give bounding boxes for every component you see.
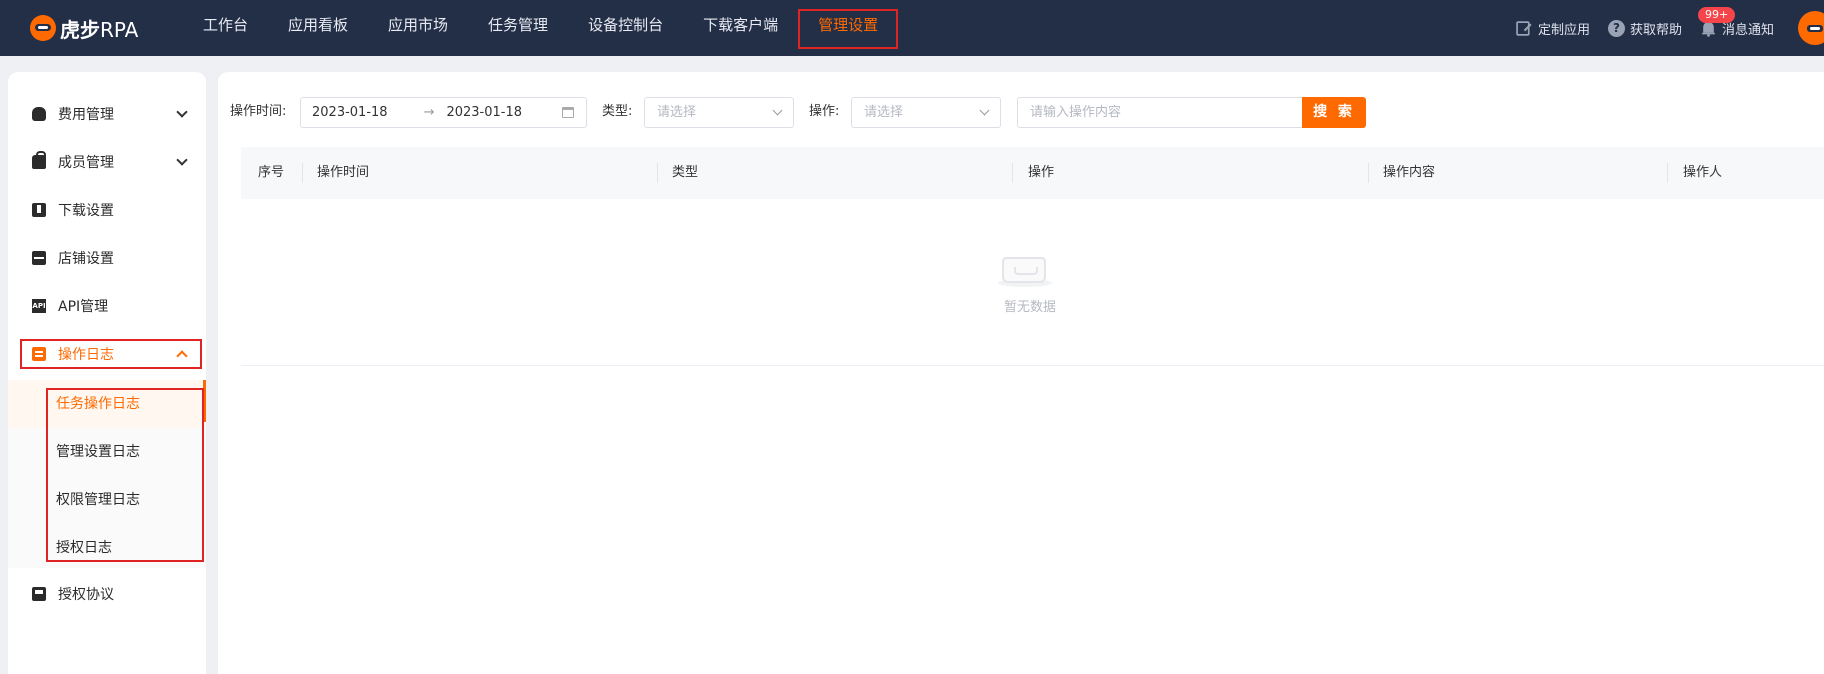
date-start[interactable]: 2023-01-18 [312, 105, 388, 120]
sidebar-item-label: 成员管理 [58, 155, 114, 171]
column-header-operation: 操作 [1028, 165, 1055, 180]
submenu-authorization-log[interactable]: 授权日志 [8, 524, 206, 572]
sidebar: 费用管理 成员管理 下载设置 店铺设置 API API管理 操作日志 任务操作日… [8, 72, 206, 674]
main-nav: 工作台 应用看板 应用市场 任务管理 设备控制台 下载客户端 管理设置 [183, 0, 899, 56]
date-range-picker[interactable]: 2023-01-18 → 2023-01-18 [300, 97, 587, 128]
help-icon: ? [1607, 19, 1625, 37]
get-help-link[interactable]: ? 获取帮助 [1607, 19, 1682, 38]
submenu-task-operation-log[interactable]: 任务操作日志 [8, 380, 206, 428]
user-avatar[interactable] [1798, 11, 1824, 45]
empty-state-text: 暂无数据 [1003, 300, 1056, 315]
nav-app-dashboard[interactable]: 应用看板 [268, 0, 368, 56]
nav-device-console[interactable]: 设备控制台 [568, 0, 683, 56]
sidebar-item-label: 店铺设置 [58, 251, 114, 267]
search-input-placeholder: 请输入操作内容 [1030, 105, 1122, 120]
logo-cn-text: 虎步 [60, 17, 100, 42]
edit-doc-icon [1516, 20, 1532, 36]
sidebar-item-authorization-agreement[interactable]: 授权协议 [8, 570, 206, 618]
nav-task-management[interactable]: 任务管理 [468, 0, 568, 56]
sidebar-item-download-settings[interactable]: 下载设置 [8, 186, 206, 234]
column-divider [1368, 163, 1369, 183]
store-icon [32, 251, 46, 265]
app-logo[interactable]: 虎步RPA [30, 10, 138, 46]
log-icon [32, 347, 46, 361]
operation-select-placeholder: 请选择 [864, 105, 904, 120]
chevron-up-icon [176, 350, 188, 362]
column-header-operation-content: 操作内容 [1383, 165, 1436, 180]
sidebar-item-store-settings[interactable]: 店铺设置 [8, 234, 206, 282]
sidebar-item-label: 费用管理 [58, 107, 114, 123]
operation-log-submenu: 任务操作日志 管理设置日志 权限管理日志 授权日志 [8, 380, 206, 568]
money-bag-icon [32, 107, 46, 121]
chevron-down-icon [176, 154, 188, 166]
operation-content-search-input[interactable]: 请输入操作内容 [1017, 97, 1303, 128]
calendar-icon [562, 107, 574, 118]
download-icon [32, 203, 46, 217]
sidebar-item-billing[interactable]: 费用管理 [8, 90, 206, 138]
column-divider [657, 163, 658, 183]
log-table-header: 序号 操作时间 类型 操作 操作内容 操作人 [241, 147, 1824, 199]
operation-select[interactable]: 请选择 [851, 97, 1001, 128]
type-select[interactable]: 请选择 [644, 97, 794, 128]
column-header-operator: 操作人 [1683, 165, 1723, 180]
sidebar-item-label: 操作日志 [58, 347, 114, 363]
notification-badge: 99+ [1697, 6, 1736, 23]
sidebar-item-label: 下载设置 [58, 203, 114, 219]
sidebar-item-api[interactable]: API API管理 [8, 282, 206, 330]
api-icon: API [32, 299, 46, 313]
sidebar-item-members[interactable]: 成员管理 [8, 138, 206, 186]
column-divider [1012, 163, 1013, 183]
top-right-actions: 定制应用 ? 获取帮助 99+ 消息通知 [1516, 0, 1824, 56]
sidebar-item-operation-log[interactable]: 操作日志 [8, 330, 206, 378]
type-label: 类型: [602, 104, 633, 119]
submenu-management-settings-log[interactable]: 管理设置日志 [8, 428, 206, 476]
nav-download-client[interactable]: 下载客户端 [683, 0, 798, 56]
column-divider [302, 163, 303, 183]
column-divider [1667, 163, 1668, 183]
custom-app-label: 定制应用 [1537, 22, 1590, 38]
get-help-label: 获取帮助 [1629, 22, 1682, 38]
save-icon [32, 587, 46, 601]
operation-label: 操作: [809, 104, 840, 119]
column-header-operation-time: 操作时间 [317, 165, 370, 180]
chevron-down-icon [979, 105, 990, 116]
column-header-type: 类型 [672, 165, 699, 180]
chevron-down-icon [176, 106, 188, 118]
custom-app-link[interactable]: 定制应用 [1516, 19, 1590, 38]
top-navigation-bar: 虎步RPA 工作台 应用看板 应用市场 任务管理 设备控制台 下载客户端 管理设… [0, 0, 1824, 56]
column-header-index: 序号 [258, 165, 285, 180]
operation-time-label: 操作时间: [230, 104, 287, 119]
nav-workbench[interactable]: 工作台 [183, 0, 268, 56]
notifications-link[interactable]: 99+ 消息通知 [1697, 6, 1774, 38]
logo-en-text: RPA [100, 17, 139, 42]
date-range-separator: → [423, 105, 435, 120]
chevron-down-icon [772, 105, 783, 116]
tiger-logo-icon [30, 15, 56, 41]
table-bottom-divider [241, 365, 1824, 366]
empty-inbox-icon [998, 247, 1058, 287]
nav-management-settings[interactable]: 管理设置 [798, 0, 899, 56]
date-end[interactable]: 2023-01-18 [446, 105, 522, 120]
sidebar-item-label: API管理 [58, 299, 109, 315]
type-select-placeholder: 请选择 [657, 105, 697, 120]
submenu-permission-management-log[interactable]: 权限管理日志 [8, 476, 206, 524]
sidebar-item-label: 授权协议 [58, 587, 114, 603]
nav-app-market[interactable]: 应用市场 [368, 0, 468, 56]
search-button[interactable]: 搜 索 [1302, 97, 1366, 128]
briefcase-icon [32, 151, 46, 169]
